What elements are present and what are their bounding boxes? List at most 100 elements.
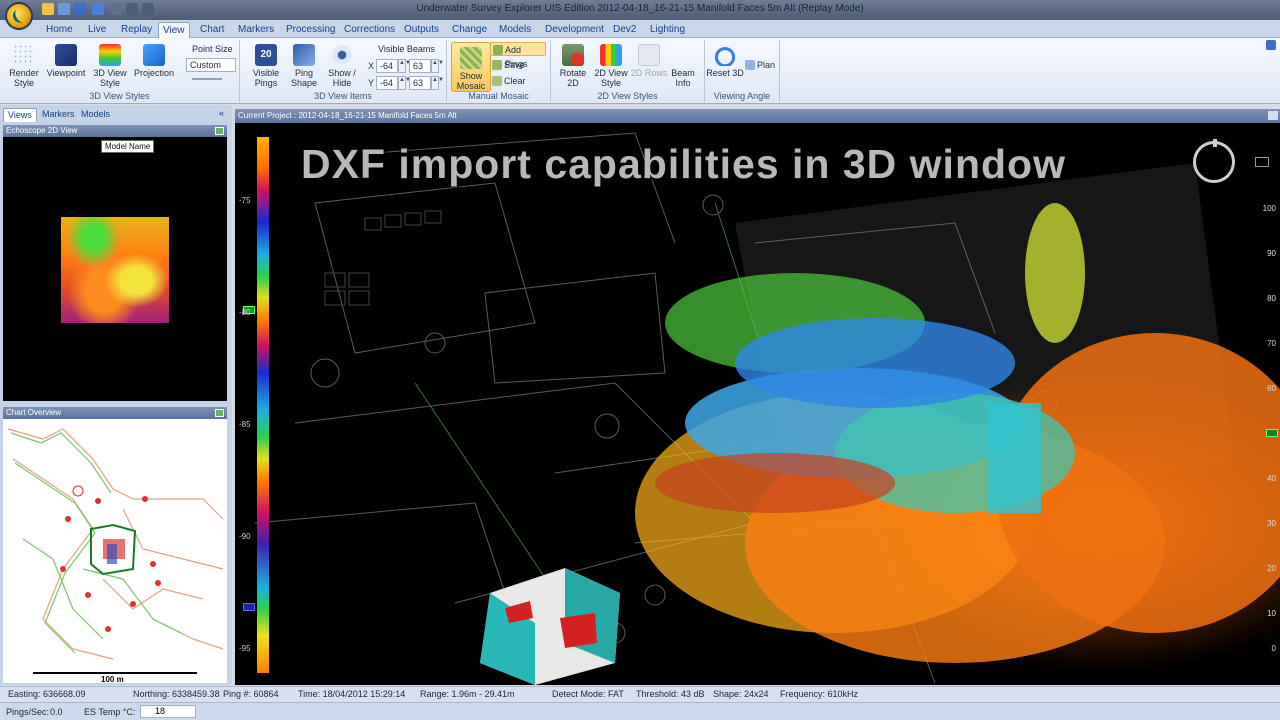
visible-beams-label: Visible Beams (378, 44, 435, 54)
group-label: Manual Mosaic (468, 91, 529, 101)
title-bar: Underwater Survey Explorer UIS Edition 2… (0, 0, 1280, 20)
reset-3d-button[interactable]: Reset 3D (705, 44, 745, 78)
visible-pings-button[interactable]: 20 Visible Pings (246, 44, 286, 88)
tab-development[interactable]: Development (541, 22, 608, 38)
save-icon (492, 60, 502, 70)
group-label: Viewing Angle (713, 91, 771, 101)
tab-outputs[interactable]: Outputs (400, 22, 443, 38)
depth-label: -85 (239, 420, 251, 429)
depth-marker-icon[interactable] (243, 603, 255, 611)
3d-view-style-button[interactable]: 3D View Style (90, 44, 130, 88)
beam-info-button[interactable]: Beam Info (663, 44, 703, 88)
tab-lighting[interactable]: Lighting (646, 22, 689, 38)
tab-change[interactable]: Change (448, 22, 491, 38)
ribbon: Render Style Viewpoint 3D View Style Pro… (0, 38, 1280, 104)
collapse-panel-icon[interactable]: « (219, 108, 224, 118)
range-label: 80 (1267, 294, 1276, 303)
compass-needle (1213, 139, 1217, 147)
x-from-field[interactable]: -64 (376, 59, 398, 73)
group-viewing-angle: Reset 3D Plan Viewing Angle (705, 40, 780, 102)
chart-overview-header: Chart Overview (3, 407, 227, 419)
tab-markers[interactable]: Markers (38, 108, 79, 122)
tab-live[interactable]: Live (84, 22, 110, 38)
y-from-spinner[interactable]: ▲▼ (398, 76, 411, 90)
y-from-field[interactable]: -64 (376, 76, 398, 90)
color-bars-icon (600, 44, 622, 66)
tab-models[interactable]: Models (495, 22, 535, 38)
pin-icon[interactable] (215, 127, 224, 135)
pin-icon[interactable] (1268, 111, 1278, 120)
tab-processing[interactable]: Processing (282, 22, 339, 38)
tab-home[interactable]: Home (42, 22, 77, 38)
tab-corrections[interactable]: Corrections (340, 22, 399, 38)
depth-label: -75 (239, 196, 251, 205)
depth-label: -95 (239, 644, 251, 653)
y-to-spinner[interactable]: ▲▼ (431, 76, 444, 90)
dxf-wireframe (254, 132, 1280, 685)
compass-icon[interactable] (1193, 139, 1235, 183)
show-hide-button[interactable]: Show / Hide (322, 44, 362, 88)
point-size-select[interactable]: Custom (186, 58, 236, 72)
cube-icon (143, 44, 165, 66)
y-label: Y (368, 78, 375, 88)
tab-views[interactable]: Views (3, 108, 37, 122)
tab-view[interactable]: View (158, 22, 190, 38)
range-toggle-icon[interactable] (1255, 157, 1269, 167)
save-mosaic-button[interactable]: Save (490, 58, 525, 72)
rainbow-cube-icon (99, 44, 121, 66)
echoscope-2d-view[interactable]: Model Name (3, 137, 227, 401)
model-name-tooltip: Model Name (101, 140, 155, 153)
easting-readout: Easting: 636668.09 (8, 689, 86, 699)
rows-icon (638, 44, 660, 66)
mosaic-icon (460, 47, 482, 69)
scale-label: 100 m (101, 675, 124, 684)
range-label: 30 (1267, 519, 1276, 528)
group-label: 2D View Styles (597, 91, 658, 101)
chart-map-svg (7, 428, 224, 674)
range-label: 0 (1271, 644, 1276, 653)
overlay-title: DXF import capabilities in 3D window (301, 141, 1066, 187)
group-manual-mosaic: Show Mosaic Add Pings Save Clear Manual … (447, 40, 551, 102)
3d-viewport[interactable]: DXF import capabilities in 3D window -75… (235, 123, 1280, 685)
ribbon-tab-bar: Home Live Replay View Chart Markers Proc… (0, 20, 1280, 38)
show-mosaic-button[interactable]: Show Mosaic (451, 42, 491, 92)
pin-icon[interactable] (215, 409, 224, 417)
help-icon[interactable] (1266, 40, 1276, 50)
range-label: 40 (1267, 474, 1276, 483)
pings-20-icon: 20 (255, 44, 277, 66)
rotate-2d-button[interactable]: Rotate 2D (553, 44, 593, 88)
plan-button[interactable]: Plan (743, 58, 775, 72)
y-to-field[interactable]: 63 (409, 76, 431, 90)
tab-models[interactable]: Models (77, 108, 114, 122)
x-from-spinner[interactable]: ▲▼ (398, 59, 411, 73)
app-logo[interactable] (5, 2, 33, 30)
tab-chart[interactable]: Chart (196, 22, 228, 38)
x-to-field[interactable]: 63 (409, 59, 431, 73)
tab-replay[interactable]: Replay (117, 22, 156, 38)
range-marker-icon[interactable] (1266, 429, 1278, 437)
time-readout: Time: 18/04/2012 15:29:14 (298, 689, 406, 699)
group-label: 3D View Items (314, 91, 372, 101)
projection-button[interactable]: Projection (134, 44, 174, 78)
chart-overview-map[interactable]: 100 m (3, 419, 227, 684)
range-label: 60 (1267, 384, 1276, 393)
add-pings-button[interactable]: Add Pings (490, 42, 546, 69)
render-style-button[interactable]: Render Style (4, 44, 44, 88)
clear-mosaic-button[interactable]: Clear (490, 74, 526, 88)
ping-shape-button[interactable]: Ping Shape (284, 44, 324, 88)
shape-readout: Shape: 24x24 (713, 689, 769, 699)
group-2d-view-styles: Rotate 2D 2D View Style 2D Rows Beam Inf… (551, 40, 705, 102)
depth-label: -80 (239, 308, 251, 317)
viewpoint-icon (55, 44, 77, 66)
tab-dev2[interactable]: Dev2 (609, 22, 640, 38)
range-label: 10 (1267, 609, 1276, 618)
group-3d-view-styles: Render Style Viewpoint 3D View Style Pro… (0, 40, 240, 102)
es-temp-field[interactable]: 18 (140, 705, 196, 718)
viewpoint-button[interactable]: Viewpoint (46, 44, 86, 78)
2d-view-style-button[interactable]: 2D View Style (591, 44, 631, 88)
x-to-spinner[interactable]: ▲▼ (431, 59, 444, 73)
beam-info-icon (672, 44, 694, 66)
tab-markers[interactable]: Markers (234, 22, 278, 38)
point-size-slider[interactable] (192, 78, 222, 80)
x-label: X (368, 61, 375, 71)
